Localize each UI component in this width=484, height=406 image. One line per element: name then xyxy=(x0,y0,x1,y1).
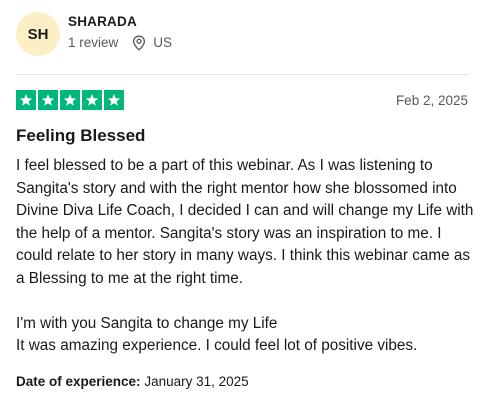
star-icon xyxy=(38,90,58,110)
reviewer-name[interactable]: SHARADA xyxy=(68,14,172,29)
date-of-experience: Date of experience: January 31, 2025 xyxy=(16,374,249,389)
star-icon xyxy=(16,90,36,110)
review-paragraph: I'm with you Sangita to change my Life xyxy=(16,314,278,332)
review-body: I feel blessed to be a part of this webi… xyxy=(16,155,476,358)
reviewer-country: US xyxy=(153,35,173,50)
map-pin-icon xyxy=(132,35,146,51)
rating-row: Feb 2, 2025 xyxy=(16,90,468,110)
star-rating xyxy=(16,90,124,110)
experience-date: January 31, 2025 xyxy=(144,374,249,389)
review-date: Feb 2, 2025 xyxy=(395,92,468,108)
reviewer-info: SHARADA 1 review US xyxy=(68,14,172,51)
reviewer-header: SH SHARADA 1 review US xyxy=(16,12,172,56)
reviewer-meta: 1 review US xyxy=(68,35,172,51)
review-paragraph: I feel blessed to be a part of this webi… xyxy=(16,157,474,287)
star-icon xyxy=(60,90,80,110)
review-card: SH SHARADA 1 review US Feb 2, 2025 Feeli… xyxy=(0,0,484,406)
avatar[interactable]: SH xyxy=(16,12,60,56)
divider xyxy=(16,74,468,75)
review-count: 1 review xyxy=(68,35,119,50)
experience-label: Date of experience: xyxy=(16,374,141,389)
review-paragraph: It was amazing experience. I could feel … xyxy=(16,337,418,354)
review-title[interactable]: Feeling Blessed xyxy=(16,126,145,146)
star-icon xyxy=(82,90,102,110)
star-icon xyxy=(104,90,124,110)
